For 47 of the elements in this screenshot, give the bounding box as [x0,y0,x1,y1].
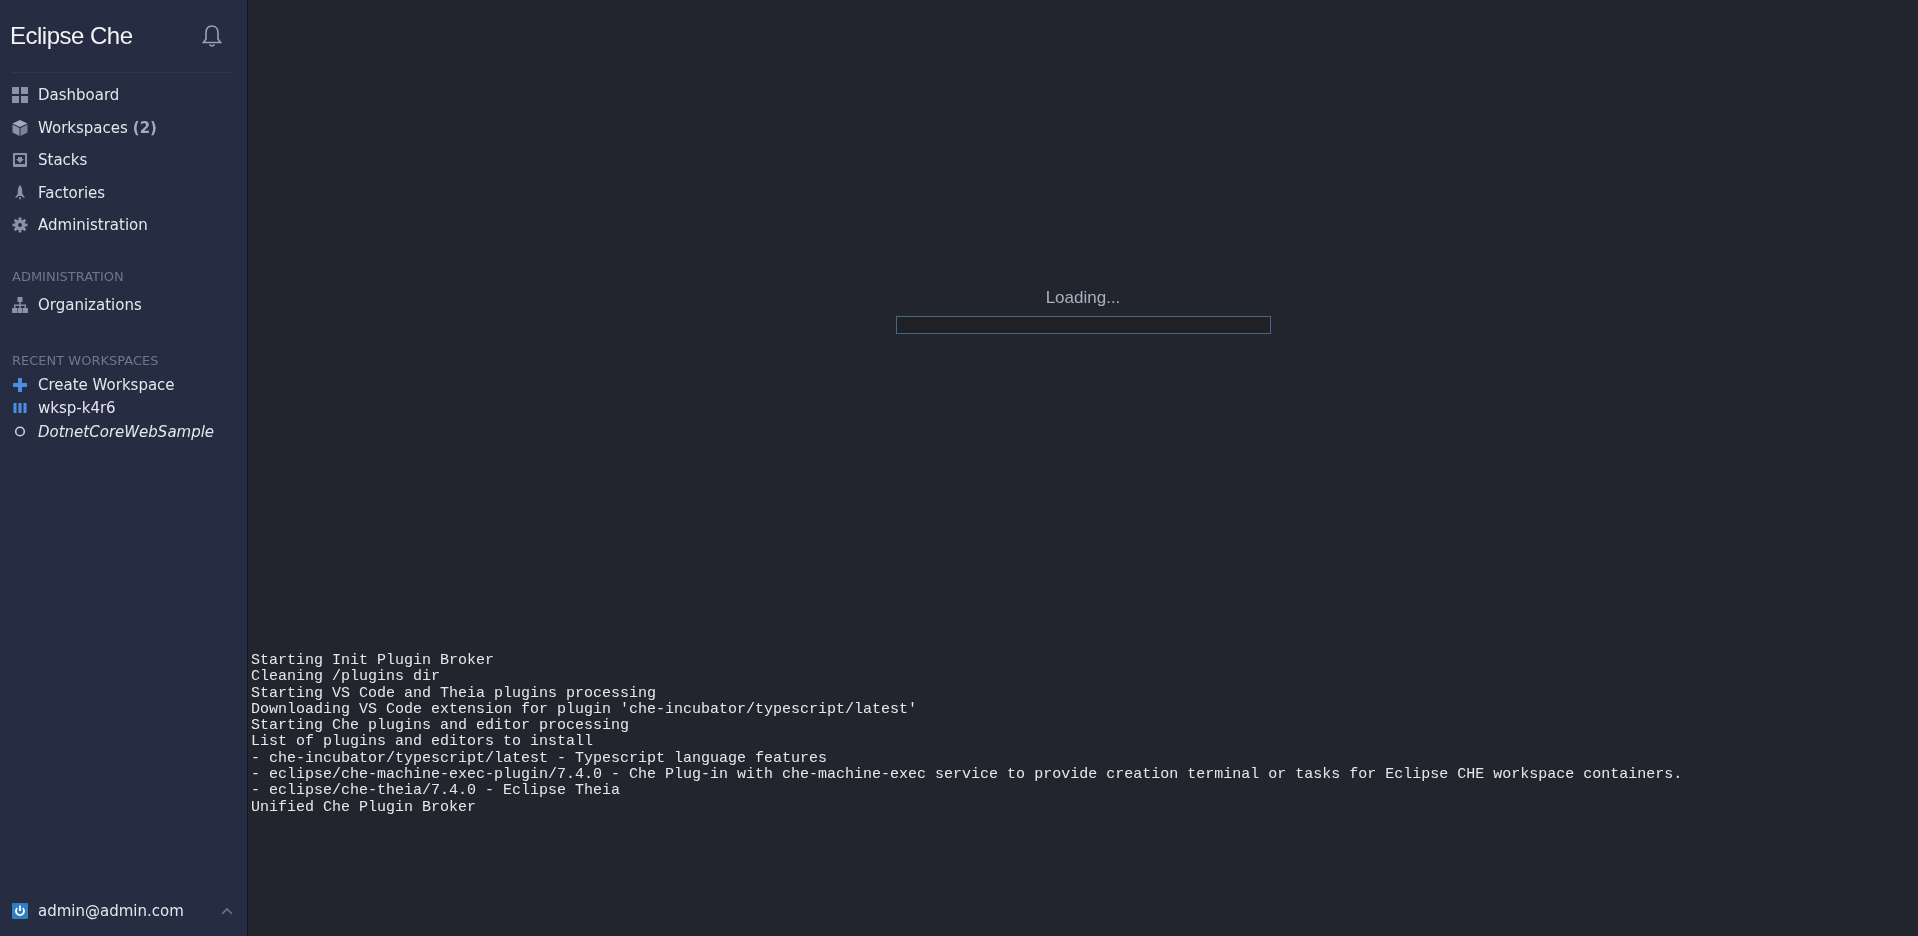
log-line: - eclipse/che-theia/7.4.0 - Eclipse Theia [251,783,622,800]
power-icon [12,903,28,919]
cube-icon [12,119,28,136]
download-box-icon [12,152,28,169]
log-line: Starting Init Plugin Broker [251,653,496,669]
workspace-count: (2) [132,118,157,137]
log-line: Cleaning /plugins dir [251,669,442,686]
plus-icon [12,377,28,392]
nav-item[interactable]: Factories [0,176,247,209]
nav-item[interactable]: Organizations [0,288,247,321]
log-line: - eclipse/che-machine-exec-plugin/7.4.0 - Che Plug-in with che-machine-exec service to provide creation terminal or tasks for Eclipse CHE workspace containers. [251,767,1684,784]
recent-workspace-item[interactable]: DotnetCoreWebSample [0,420,247,444]
bell-icon[interactable] [201,24,223,48]
nav-label: Stacks [38,151,88,170]
user-email: admin@admin.com [38,902,185,920]
gear-icon [12,217,28,234]
nav-item[interactable]: Administration [0,209,247,242]
section-heading: RECENT WORKSPACES [11,352,160,370]
section-heading: ADMINISTRATION [11,267,125,286]
grid-icon [12,87,28,104]
recent-label: DotnetCoreWebSample [38,422,215,441]
recent-workspace-item[interactable]: wksp-k4r6 [0,396,247,420]
hierarchy-icon [12,296,28,313]
nav-label: Factories [38,183,106,202]
recent-label: Create Workspace [38,375,175,394]
nav-item[interactable]: Dashboard [0,79,247,112]
nav-label: Workspaces [38,118,128,137]
recent-label: wksp-k4r6 [38,399,116,418]
log-line: List of plugins and editors to install [251,734,595,751]
nav-label: Administration [38,216,148,235]
recent-workspace-item[interactable]: Create Workspace [0,373,247,397]
nav-label: Dashboard [38,86,120,105]
loading-text: Loading... [1045,288,1121,308]
log-line: Unified Che Plugin Broker [251,799,478,816]
nav-item[interactable]: Stacks [0,144,247,177]
logo-text[interactable]: Eclipse Che [10,22,133,50]
log-line: Starting VS Code and Theia plugins processing [251,685,658,702]
rocket-icon [12,184,28,201]
user-menu[interactable]: admin@admin.com [0,896,247,936]
nav-label: Organizations [38,295,142,314]
caret-icon[interactable] [221,907,233,915]
running-status-icon [12,403,28,414]
log-line: - che-incubator/typescript/latest - Typescript language features [251,750,829,767]
log-line: Starting Che plugins and editor processing [251,718,631,735]
stopped-status-icon [12,426,28,438]
log-line: Downloading VS Code extension for plugin 'che-incubator/typescript/latest' [251,701,919,718]
nav-item[interactable]: Workspaces (2) [0,111,247,144]
